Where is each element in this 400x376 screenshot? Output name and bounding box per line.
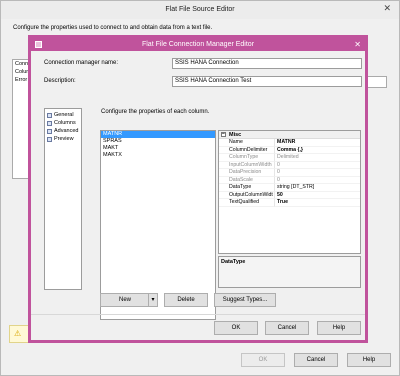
nav-item-advanced[interactable]: Advanced [47,127,79,135]
property-grid[interactable]: − Misc Name MATNR ColumnDelimiter Comma {,… [218,130,361,254]
inner-close-icon[interactable]: ✕ [354,38,361,51]
property-row-output-width[interactable]: OutputColumnWidt 50 [219,191,360,199]
column-item[interactable]: SPRAS [101,138,215,145]
property-value[interactable]: True [275,199,360,207]
outer-cancel-button[interactable]: Cancel [294,353,338,367]
ok-button[interactable]: OK [214,321,258,335]
nav-item-general[interactable]: General [47,111,79,119]
warning-icon: ⚠ [14,329,22,338]
property-row-text-qualified[interactable]: TextQualified True [219,199,360,207]
outer-ok-button[interactable]: OK [241,353,285,367]
property-row-column-delimiter[interactable]: ColumnDelimiter Comma {,} [219,146,360,154]
nav-label: General [54,112,74,118]
inner-window-title: Flat File Connection Manager Editor [31,38,365,51]
property-name: ColumnDelimiter [219,146,275,154]
property-value[interactable]: Delimited [275,154,360,162]
connection-name-input[interactable]: SSIS HANA Connection [172,58,362,69]
nav-label: Advanced [54,128,79,134]
connection-manager-dialog: Flat File Connection Manager Editor ✕ Co… [28,35,368,343]
page-nav-list: General Columns Advanced Preview [44,108,82,290]
property-value[interactable]: 50 [275,192,360,199]
app-icon [35,41,42,48]
columns-list[interactable]: MATNR SPRAS MAKT MAKTX [100,130,216,320]
property-row-data-scale[interactable]: DataScale 0 [219,176,360,184]
outer-close-icon[interactable]: ✕ [383,4,391,14]
advanced-page-icon [47,128,52,134]
help-button[interactable]: Help [317,321,361,335]
property-description-panel: DataType [218,256,361,288]
connection-name-label: Connection manager name: [44,60,119,66]
nav-label: Columns [54,120,76,126]
new-button[interactable]: New [100,293,150,307]
nav-item-preview[interactable]: Preview [47,135,79,143]
property-value[interactable]: 0 [275,177,360,184]
column-item[interactable]: MATNR [101,131,215,138]
property-name: OutputColumnWidt [219,191,275,199]
property-value[interactable]: MATNR [275,139,360,147]
description-label: Description: [44,78,76,84]
property-row-data-precision[interactable]: DataPrecision 0 [219,169,360,177]
property-section-label: Misc [229,131,242,138]
outer-help-button[interactable]: Help [347,353,391,367]
new-button-label: New [118,297,131,303]
nav-label: Preview [54,136,74,142]
property-name: InputColumnWidth [219,161,275,169]
property-row-name[interactable]: Name MATNR [219,139,360,147]
property-row-column-type[interactable]: ColumnType Delimited [219,154,360,162]
suggest-types-button[interactable]: Suggest Types... [214,293,276,307]
chevron-down-icon: ▾ [151,297,155,303]
property-name: DataPrecision [219,169,275,177]
general-page-icon [47,112,52,118]
column-item[interactable]: MAKTX [101,152,215,159]
property-value[interactable]: 0 [275,162,360,169]
property-value[interactable]: 0 [275,169,360,177]
property-name: TextQualified [219,199,275,207]
property-section-header[interactable]: − Misc [219,131,360,139]
property-row-data-type[interactable]: DataType string [DT_STR] [219,184,360,192]
new-dropdown-button[interactable]: ▾ [148,293,158,307]
property-name: Name [219,139,275,147]
columns-hint-text: Configure the properties of each column. [101,109,210,115]
collapse-icon[interactable]: − [221,132,226,137]
columns-page-icon [47,120,52,126]
preview-page-icon [47,136,52,142]
dialog-separator [31,314,365,315]
column-item[interactable]: MAKT [101,145,215,152]
outer-description: Configure the properties used to connect… [13,25,213,31]
property-row-input-width[interactable]: InputColumnWidth 0 [219,161,360,169]
cancel-button[interactable]: Cancel [265,321,309,335]
property-value[interactable]: Comma {,} [275,147,360,154]
property-name: ColumnType [219,154,275,162]
delete-button[interactable]: Delete [164,293,208,307]
description-input[interactable]: SSIS HANA Connection Test [172,76,362,87]
property-name: DataScale [219,176,275,184]
property-value[interactable]: string [DT_STR] [275,184,360,192]
outer-window-title: Flat File Source Editor [1,1,399,19]
nav-item-columns[interactable]: Columns [47,119,79,127]
property-name: DataType [219,184,275,192]
